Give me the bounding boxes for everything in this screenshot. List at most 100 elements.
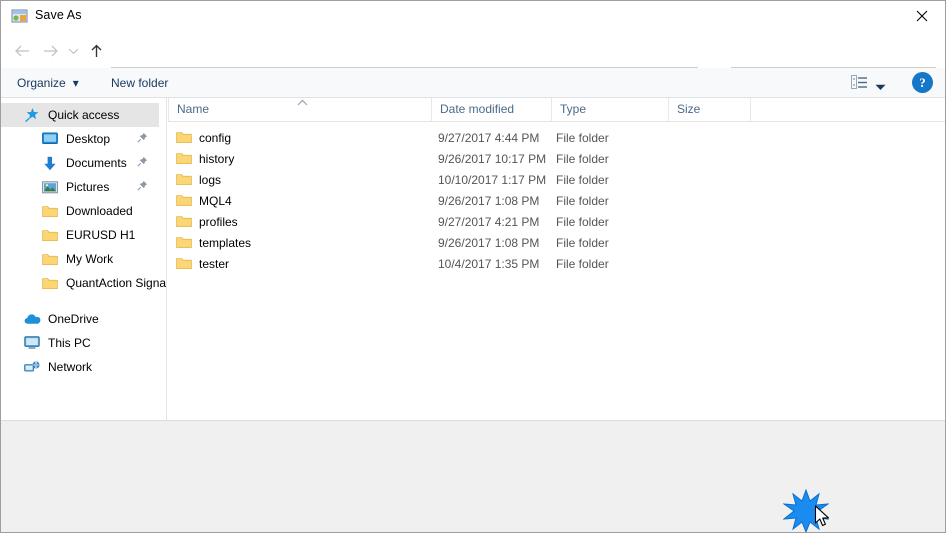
sidebar-item-my-work[interactable]: My Work bbox=[1, 247, 166, 271]
date-modified-cell: 10/4/2017 1:35 PM bbox=[438, 256, 540, 271]
navigation-bar: « Roaming › MetaQuotes › Terminal › 9155… bbox=[1, 32, 945, 92]
sidebar-item-label: EURUSD H1 bbox=[66, 228, 136, 242]
folder-icon bbox=[176, 215, 192, 228]
file-name-text: MQL4 bbox=[199, 193, 232, 208]
up-one-level-icon[interactable] bbox=[85, 40, 107, 62]
date-modified-cell: 9/27/2017 4:44 PM bbox=[438, 130, 540, 145]
file-list-pane: Name Date modified Type Size config 9/27/… bbox=[168, 98, 945, 420]
folder-icon bbox=[176, 173, 192, 186]
forward-icon[interactable] bbox=[39, 40, 61, 62]
command-bar: Organize ▾ New folder bbox=[1, 68, 945, 98]
type-cell: File folder bbox=[556, 193, 609, 208]
table-row[interactable]: logs 10/10/2017 1:17 PM File folder bbox=[168, 169, 945, 190]
type-cell: File folder bbox=[556, 172, 609, 187]
column-header-spacer bbox=[750, 98, 790, 121]
sidebar-item-label: Network bbox=[48, 360, 93, 374]
table-row[interactable]: history 9/26/2017 10:17 PM File folder bbox=[168, 148, 945, 169]
documents-icon bbox=[41, 154, 59, 172]
network-icon bbox=[23, 358, 41, 376]
sidebar-item-this-pc[interactable]: This PC bbox=[1, 331, 166, 355]
column-header-type[interactable]: Type bbox=[551, 98, 668, 121]
type-cell: File folder bbox=[556, 256, 609, 271]
file-name-cell: profiles bbox=[176, 215, 238, 229]
help-button[interactable]: ? bbox=[912, 72, 933, 93]
folder-icon bbox=[41, 274, 59, 292]
date-modified-cell: 9/26/2017 1:08 PM bbox=[438, 193, 540, 208]
file-name-cell: logs bbox=[176, 173, 221, 187]
file-name-text: logs bbox=[199, 172, 222, 187]
organize-button[interactable]: Organize ▾ bbox=[17, 73, 79, 93]
save-form: File name: EURUSD2 Save as type: ASCII T… bbox=[1, 420, 945, 532]
sidebar-item-onedrive[interactable]: OneDrive bbox=[1, 307, 166, 331]
folder-icon bbox=[176, 131, 192, 144]
date-modified-cell: 9/26/2017 10:17 PM bbox=[438, 151, 547, 166]
file-name-cell: MQL4 bbox=[176, 194, 232, 208]
column-headers: Name Date modified Type Size bbox=[168, 98, 945, 122]
table-row[interactable]: config 9/27/2017 4:44 PM File folder bbox=[168, 127, 945, 148]
sidebar-item-desktop[interactable]: Desktop bbox=[1, 127, 166, 151]
sidebar-item-label: Desktop bbox=[66, 132, 111, 146]
pin-icon[interactable] bbox=[137, 132, 148, 146]
pictures-icon bbox=[41, 178, 59, 196]
column-header-date[interactable]: Date modified bbox=[431, 98, 551, 121]
sidebar-item-downloaded[interactable]: Downloaded bbox=[1, 199, 166, 223]
folder-icon bbox=[176, 194, 192, 207]
table-row[interactable]: tester 10/4/2017 1:35 PM File folder bbox=[168, 253, 945, 274]
sidebar-item-label: This PC bbox=[48, 336, 91, 350]
table-row[interactable]: profiles 9/27/2017 4:21 PM File folder bbox=[168, 211, 945, 232]
chevron-down-icon: ▾ bbox=[72, 76, 79, 90]
type-cell: File folder bbox=[556, 130, 609, 145]
sidebar-item-documents[interactable]: Documents bbox=[1, 151, 166, 175]
file-name-text: history bbox=[199, 151, 235, 166]
folder-icon bbox=[176, 257, 192, 270]
table-row[interactable]: templates 9/26/2017 1:08 PM File folder bbox=[168, 232, 945, 253]
new-folder-button[interactable]: New folder bbox=[111, 73, 168, 93]
file-name-cell: templates bbox=[176, 236, 251, 250]
file-name-text: config bbox=[199, 130, 232, 145]
sidebar-item-pictures[interactable]: Pictures bbox=[1, 175, 166, 199]
desktop-icon bbox=[41, 130, 59, 148]
date-modified-cell: 10/10/2017 1:17 PM bbox=[438, 172, 547, 187]
date-modified-cell: 9/26/2017 1:08 PM bbox=[438, 235, 540, 250]
file-name-text: templates bbox=[199, 235, 252, 250]
sidebar-item-quick-access[interactable]: Quick access bbox=[1, 103, 159, 127]
column-header-name[interactable]: Name bbox=[168, 98, 431, 121]
window-title: Save As bbox=[35, 8, 82, 22]
type-cell: File folder bbox=[556, 151, 609, 166]
type-cell: File folder bbox=[556, 214, 609, 229]
file-name-cell: config bbox=[176, 131, 231, 145]
file-name-text: profiles bbox=[199, 214, 238, 229]
sidebar-item-label: Pictures bbox=[66, 180, 110, 194]
thispc-icon bbox=[23, 334, 41, 352]
sidebar-item-label: Documents bbox=[66, 156, 127, 170]
organize-label: Organize bbox=[17, 76, 66, 90]
view-chevron-down-icon[interactable] bbox=[875, 80, 886, 94]
close-button[interactable] bbox=[899, 1, 945, 31]
onedrive-icon bbox=[23, 310, 41, 328]
sidebar-item-network[interactable]: Network bbox=[1, 355, 166, 379]
date-modified-cell: 9/27/2017 4:21 PM bbox=[438, 214, 540, 229]
sidebar-item-eurusd-h1[interactable]: EURUSD H1 bbox=[1, 223, 166, 247]
sidebar-item-label: Downloaded bbox=[66, 204, 133, 218]
file-name-cell: history bbox=[176, 152, 234, 166]
folder-icon bbox=[41, 202, 59, 220]
pin-icon[interactable] bbox=[137, 180, 148, 194]
star-pin-icon bbox=[23, 106, 41, 124]
column-header-size[interactable]: Size bbox=[668, 98, 750, 121]
view-layout-icon[interactable] bbox=[851, 75, 868, 93]
new-folder-label: New folder bbox=[111, 76, 169, 90]
folder-icon bbox=[176, 152, 192, 165]
folder-icon bbox=[41, 250, 59, 268]
sidebar-item-quantaction-signal[interactable]: QuantAction Signal bbox=[1, 271, 166, 295]
sidebar-item-label: QuantAction Signal bbox=[66, 276, 167, 290]
sidebar-item-label: Quick access bbox=[48, 108, 120, 122]
folder-icon bbox=[41, 226, 59, 244]
pin-icon[interactable] bbox=[137, 156, 148, 170]
back-icon[interactable] bbox=[11, 40, 33, 62]
recent-locations-chevron-down-icon[interactable] bbox=[65, 40, 81, 62]
table-row[interactable]: MQL4 9/26/2017 1:08 PM File folder bbox=[168, 190, 945, 211]
sidebar-item-label: OneDrive bbox=[48, 312, 99, 326]
file-name-cell: tester bbox=[176, 257, 229, 271]
sidebar-item-label: My Work bbox=[66, 252, 114, 266]
